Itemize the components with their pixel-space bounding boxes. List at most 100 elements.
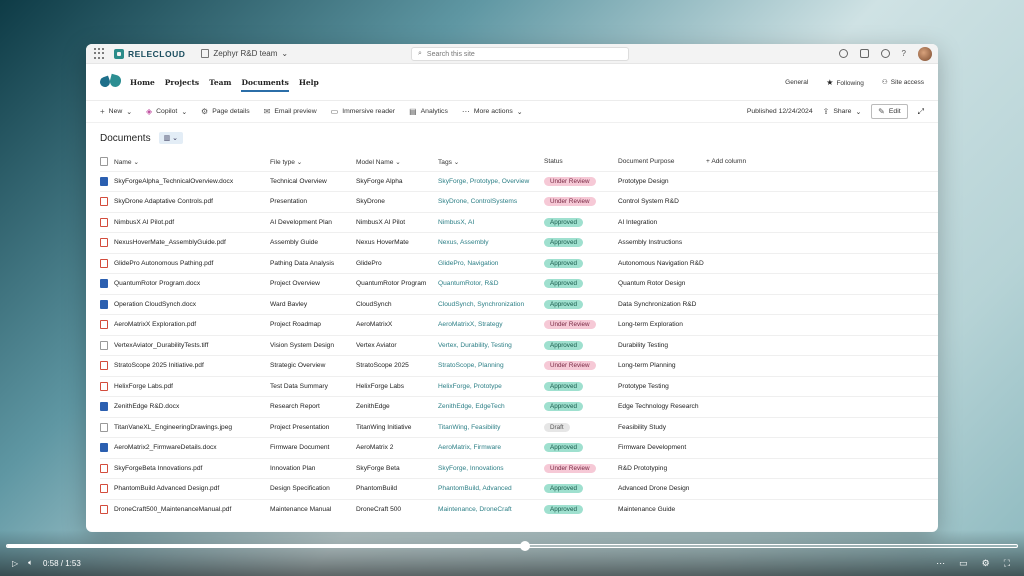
tags[interactable]: Nexus, Assembly [438,232,544,253]
nav-home[interactable]: Home [130,78,155,87]
video-progress-bar[interactable] [6,541,1018,551]
tags[interactable]: NimbusX, AI [438,211,544,233]
expand-icon[interactable]: ⤢ [918,107,924,117]
settings-gear-icon[interactable] [880,49,890,58]
nav-help[interactable]: Help [299,78,319,87]
tags[interactable]: SkyDrone, ControlSystems [438,191,544,212]
column-header-model-name[interactable]: Model Name ⌄ [356,153,438,171]
file-name[interactable]: SkyForgeBeta Innovations.pdf [114,457,270,479]
share-button[interactable]: ⇪ Share ⌄ [823,107,862,116]
copilot-button[interactable]: ◈ Copilot ⌄ [146,107,187,116]
tags[interactable]: StratoScope, Planning [438,355,544,376]
table-row[interactable]: TitanVaneXL_EngineeringDrawings.jpeg Proj… [100,416,938,438]
status-cell: Approved [544,478,618,499]
site-access-button[interactable]: ⚇ Site access [882,78,924,86]
table-row[interactable]: QuantumRotor Program.docx Project Overvie… [100,273,938,294]
file-name[interactable]: DroneCraft500_MaintenanceManual.pdf [114,498,270,520]
column-header-document-purpose[interactable]: Document Purpose [618,153,706,171]
table-row[interactable]: SkyForgeBeta Innovations.pdf Innovation P… [100,457,938,479]
file-name[interactable]: HelixForge Labs.pdf [114,375,270,397]
brand[interactable]: RELECLOUD [114,48,185,59]
column-header-tags[interactable]: Tags ⌄ [438,153,544,171]
file-name[interactable]: SkyForgeAlpha_TechnicalOverview.docx [114,170,270,192]
file-name[interactable]: SkyDrone Adaptative Controls.pdf [114,191,270,212]
help-icon[interactable]: ? [902,49,906,58]
file-name[interactable]: AeroMatrixX Exploration.pdf [114,314,270,335]
column-header-status[interactable]: Status [544,153,618,171]
column-header-name[interactable]: Name ⌄ [114,153,270,171]
tags[interactable]: AeroMatrixX, Strategy [438,314,544,335]
tags[interactable]: Maintenance, DroneCraft [438,498,544,520]
search-icon: ⌕ [418,50,422,57]
tags[interactable]: CloudSynch, Synchronization [438,293,544,315]
file-name[interactable]: NexusHoverMate_AssemblyGuide.pdf [114,232,270,253]
tags[interactable]: SkyForge, Prototype, Overview [438,170,544,192]
team-site-selector[interactable]: Zephyr R&D team ⌄ [201,49,288,58]
file-name[interactable]: GlidePro Autonomous Pathing.pdf [114,252,270,274]
empty-cell [706,478,938,499]
table-row[interactable]: NimbusX AI Pilot.pdf AI Development Plan N… [100,211,938,233]
add-column-button[interactable]: + Add column [706,153,938,171]
app-launcher-icon[interactable] [94,47,106,60]
file-type: Project Presentation [270,416,356,438]
table-row[interactable]: DroneCraft500_MaintenanceManual.pdf Maint… [100,498,938,520]
more-actions-button[interactable]: ⋯ More actions ⌄ [462,107,523,116]
sensitivity-label-general[interactable]: General [785,79,808,86]
table-row[interactable]: NexusHoverMate_AssemblyGuide.pdf Assembly… [100,232,938,253]
tags[interactable]: Vertex, Durability, Testing [438,334,544,356]
immersive-reader-button[interactable]: ▭ Immersive reader [331,107,395,116]
nav-projects[interactable]: Projects [165,78,199,87]
table-row[interactable]: Operation CloudSynch.docx Ward Bavley Clou… [100,293,938,315]
file-name[interactable]: QuantumRotor Program.docx [114,273,270,294]
file-name[interactable]: ZenithEdge R&D.docx [114,396,270,417]
nav-documents[interactable]: Documents [241,78,290,92]
tags[interactable]: QuantumRotor, R&D [438,273,544,294]
tags[interactable]: ZenithEdge, EdgeTech [438,396,544,417]
volume-icon[interactable]: 🔈︎ [28,558,33,568]
view-switcher[interactable]: ▥ ⌄ [158,132,184,144]
page-details-button[interactable]: ⚙ Page details [201,107,250,116]
table-row[interactable]: AeroMatrix2_FirmwareDetails.docx Firmware… [100,437,938,458]
file-name[interactable]: StratoScope 2025 Initiative.pdf [114,355,270,376]
table-row[interactable]: VertexAviator_DurabilityTests.tiff Vision… [100,334,938,356]
analytics-button[interactable]: ▤ Analytics [409,107,448,116]
settings-gear-icon[interactable]: ⚙ [982,558,990,569]
table-row[interactable]: StratoScope 2025 Initiative.pdf Strategic… [100,355,938,376]
table-row[interactable]: HelixForge Labs.pdf Test Data Summary Heli… [100,375,938,397]
file-type: Presentation [270,191,356,212]
edit-button[interactable]: ✎ Edit [871,104,908,119]
following-button[interactable]: ★ Following [826,78,864,87]
tags[interactable]: GlidePro, Navigation [438,252,544,274]
copilot-icon[interactable] [838,49,848,58]
table-row[interactable]: AeroMatrixX Exploration.pdf Project Roadm… [100,314,938,335]
file-name[interactable]: PhantomBuild Advanced Design.pdf [114,478,270,499]
file-name[interactable]: NimbusX AI Pilot.pdf [114,211,270,233]
tags[interactable]: HelixForge, Prototype [438,375,544,397]
more-options-icon[interactable]: ⋯ [936,558,945,569]
table-row[interactable]: ZenithEdge R&D.docx Research Report Zenith… [100,396,938,417]
nav-team[interactable]: Team [209,78,231,87]
tags[interactable]: AeroMatrix, Firmware [438,437,544,458]
file-name[interactable]: TitanVaneXL_EngineeringDrawings.jpeg [114,416,270,438]
table-row[interactable]: SkyForgeAlpha_TechnicalOverview.docx Tech… [100,170,938,192]
fullscreen-icon[interactable]: ⛶ [1004,558,1010,569]
email-preview-button[interactable]: ✉ Email preview [264,107,317,116]
analytics-label: Analytics [420,108,448,115]
tags[interactable]: SkyForge, Innovations [438,457,544,479]
new-button[interactable]: + New ⌄ [100,107,132,116]
table-row[interactable]: PhantomBuild Advanced Design.pdf Design S… [100,478,938,499]
search-box[interactable]: ⌕ Search this site [411,47,629,61]
table-row[interactable]: SkyDrone Adaptative Controls.pdf Presenta… [100,191,938,212]
tags[interactable]: TitanWing, Feasibility [438,416,544,438]
file-name[interactable]: AeroMatrix2_FirmwareDetails.docx [114,437,270,458]
user-avatar[interactable] [918,46,932,61]
tags[interactable]: PhantomBuild, Advanced [438,478,544,499]
file-name[interactable]: Operation CloudSynch.docx [114,293,270,315]
feedback-icon[interactable] [859,49,869,58]
site-logo-icon[interactable] [98,73,123,91]
play-icon[interactable]: ▷ [12,559,18,568]
captions-icon[interactable]: ▭ [959,558,968,569]
table-row[interactable]: GlidePro Autonomous Pathing.pdf Pathing D… [100,252,938,274]
column-header-file-type[interactable]: File type ⌄ [270,153,356,171]
file-name[interactable]: VertexAviator_DurabilityTests.tiff [114,334,270,356]
